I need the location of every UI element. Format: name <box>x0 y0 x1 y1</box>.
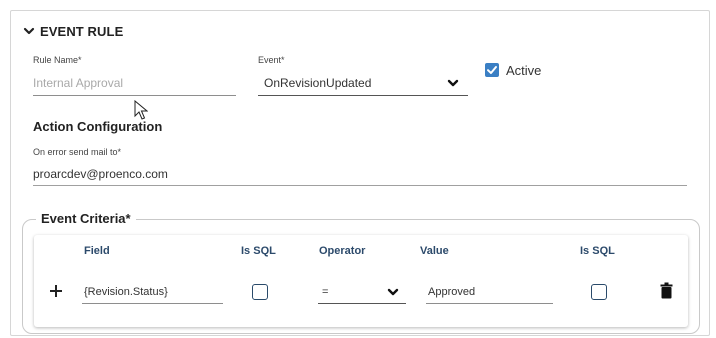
event-select[interactable]: OnRevisionUpdated <box>264 76 371 90</box>
criteria-field-underline <box>82 303 223 304</box>
column-header-value: Value <box>420 245 449 257</box>
active-checkbox[interactable] <box>485 63 499 77</box>
column-header-operator: Operator <box>319 245 366 257</box>
value-input[interactable]: Approved <box>428 286 475 298</box>
is-sql-checkbox-2[interactable] <box>591 284 607 300</box>
mail-input[interactable]: proarcdev@proenco.com <box>33 167 168 181</box>
event-criteria-legend: Event Criteria* <box>36 211 136 226</box>
rule-name-input[interactable]: Internal Approval <box>33 76 123 90</box>
mail-label: On error send mail to* <box>33 147 122 157</box>
chevron-down-icon[interactable] <box>386 285 400 299</box>
action-configuration-title: Action Configuration <box>33 119 163 134</box>
rule-name-underline <box>33 95 236 96</box>
column-header-field: Field <box>84 245 110 257</box>
mail-underline <box>33 185 687 186</box>
operator-select[interactable]: = <box>322 286 328 298</box>
section-title-event-rule: EVENT RULE <box>40 24 124 39</box>
trash-icon[interactable] <box>660 282 673 299</box>
criteria-field-input[interactable]: {Revision.Status} <box>84 286 168 298</box>
event-underline <box>258 95 468 96</box>
chevron-down-icon[interactable] <box>22 24 36 38</box>
operator-underline <box>318 303 406 304</box>
column-header-is-sql: Is SQL <box>241 245 276 257</box>
is-sql-checkbox[interactable] <box>252 284 268 300</box>
plus-icon[interactable] <box>48 283 64 299</box>
mouse-cursor-icon <box>134 100 148 120</box>
value-underline <box>426 303 553 304</box>
rule-name-label: Rule Name* <box>33 55 82 65</box>
event-label: Event* <box>258 55 285 65</box>
chevron-down-icon[interactable] <box>446 76 460 90</box>
active-label: Active <box>506 63 542 78</box>
column-header-is-sql-2: Is SQL <box>580 245 615 257</box>
